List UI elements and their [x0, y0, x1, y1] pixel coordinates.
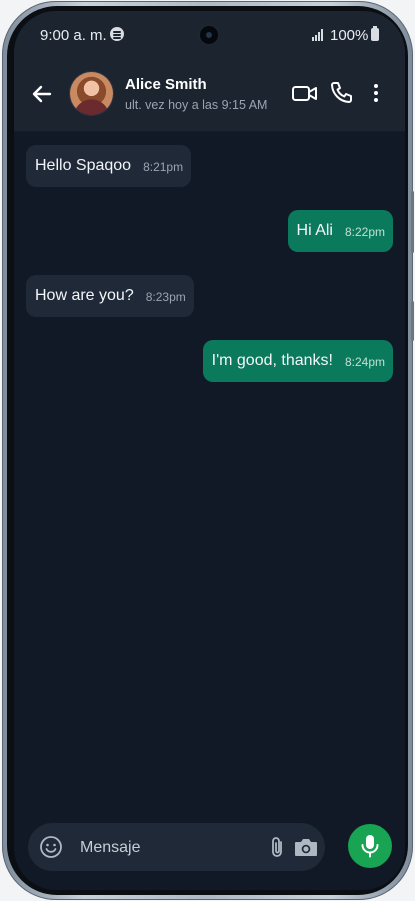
more-vert-icon[interactable] — [362, 79, 390, 107]
mic-button[interactable] — [348, 824, 392, 868]
back-arrow-icon[interactable] — [30, 82, 54, 106]
message-time: 8:23pm — [145, 290, 186, 304]
mic-icon — [361, 835, 379, 858]
contact-name[interactable]: Alice Smith — [125, 76, 207, 93]
power-button — [411, 301, 414, 341]
message-bubble-incoming[interactable]: Hello Spaqoo 8:21pm — [26, 145, 192, 187]
avatar[interactable] — [70, 72, 113, 115]
battery-percent: 100% — [330, 27, 369, 44]
status-bar: 9:00 a. m. 100% — [14, 11, 405, 57]
status-time: 9:00 a. m. — [40, 27, 107, 44]
volume-button — [411, 191, 414, 253]
message-composer — [28, 823, 325, 871]
front-camera — [200, 26, 218, 44]
message-input[interactable] — [78, 833, 252, 863]
emoji-icon[interactable] — [39, 835, 63, 859]
message-text: How are you? — [35, 287, 134, 304]
phone-icon[interactable] — [327, 79, 355, 107]
chat-header: Alice Smith ult. vez hoy a las 9:15 AM — [14, 57, 405, 132]
camera-icon[interactable] — [293, 836, 319, 858]
message-time: 8:24pm — [344, 355, 385, 369]
screen: 9:00 a. m. 100% Alice Smith ult. vez hoy… — [14, 11, 405, 890]
last-seen-status: ult. vez hoy a las 9:15 AM — [125, 98, 268, 112]
message-text: Hi Ali — [296, 222, 333, 239]
message-text: Hello Spaqoo — [35, 157, 132, 174]
signal-icon — [312, 29, 326, 41]
battery-icon — [371, 26, 379, 41]
message-text: I'm good, thanks! — [211, 352, 333, 369]
message-bubble-incoming[interactable]: How are you? 8:23pm — [26, 275, 194, 317]
message-time: 8:21pm — [143, 160, 184, 174]
video-call-icon[interactable] — [291, 79, 319, 107]
message-bubble-outgoing[interactable]: Hi Ali 8:22pm — [287, 210, 393, 252]
spotify-icon — [110, 27, 124, 41]
attach-icon[interactable] — [266, 835, 288, 859]
message-bubble-outgoing[interactable]: I'm good, thanks! 8:24pm — [202, 340, 393, 382]
message-time: 8:22pm — [344, 225, 385, 239]
